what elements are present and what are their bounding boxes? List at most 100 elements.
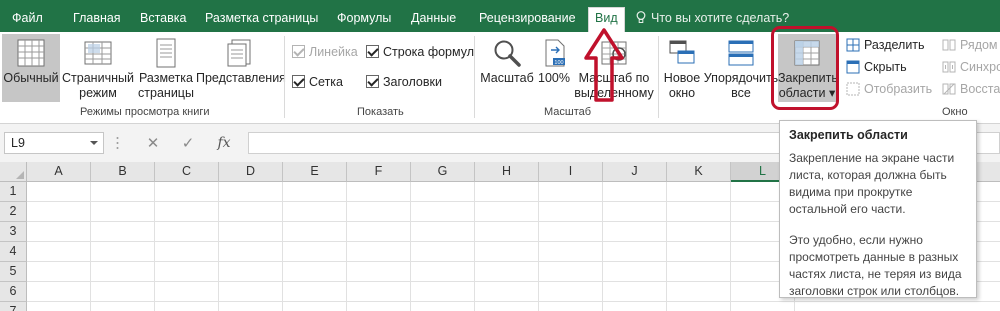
- sync-scroll-button[interactable]: Синхро: [942, 59, 1000, 75]
- group-label-show: Показать: [357, 106, 404, 118]
- hide-label: Скрыть: [864, 60, 907, 74]
- page-layout-label-1: Разметка: [138, 71, 194, 85]
- zoom-100-button[interactable]: 100 100%: [537, 34, 571, 102]
- arrange-all-label-2: все: [731, 86, 751, 100]
- group-label-window: Окно: [942, 106, 968, 118]
- column-header-c[interactable]: C: [155, 162, 219, 182]
- tooltip-paragraph-2: Это удобно, если нужно просмотреть данны…: [789, 233, 962, 298]
- headings-label: Заголовки: [383, 75, 442, 89]
- side-by-side-label: Рядом: [960, 38, 998, 52]
- resize-handle-icon[interactable]: [116, 136, 119, 150]
- headings-checkbox[interactable]: Заголовки: [366, 74, 442, 90]
- group-label-zoom: Масштаб: [544, 106, 592, 118]
- row-header-6[interactable]: 6: [0, 282, 27, 302]
- column-header-i[interactable]: I: [539, 162, 603, 182]
- unhide-icon: [846, 82, 860, 96]
- gridline: [27, 301, 1000, 302]
- normal-view-button[interactable]: Обычный: [2, 34, 60, 102]
- name-box[interactable]: L9: [4, 132, 104, 154]
- tab-file[interactable]: Файл: [6, 8, 49, 32]
- arrange-all-button[interactable]: Упорядочить все: [703, 34, 779, 102]
- row-header-5[interactable]: 5: [0, 262, 27, 282]
- ruler-checkbox[interactable]: Линейка: [292, 44, 358, 60]
- ruler-label: Линейка: [309, 45, 358, 59]
- sync-scroll-icon: [942, 61, 956, 73]
- gridlines-label: Сетка: [309, 75, 343, 89]
- unhide-button[interactable]: Отобразить: [846, 81, 932, 97]
- formula-bar-check-icon: [366, 45, 379, 58]
- up-arrow-icon: [584, 28, 624, 102]
- reset-position-label: Восстан: [960, 82, 1000, 96]
- tab-insert[interactable]: Вставка: [134, 8, 192, 32]
- gridlines-checkbox[interactable]: Сетка: [292, 74, 343, 90]
- tooltip-title: Закрепить области: [789, 128, 908, 142]
- tab-home[interactable]: Главная: [67, 8, 127, 32]
- reset-position-button[interactable]: Восстан: [942, 81, 1000, 97]
- row-header-4[interactable]: 4: [0, 242, 27, 262]
- column-header-d[interactable]: D: [219, 162, 283, 182]
- highlight-rectangle: [771, 26, 839, 110]
- new-window-icon: [669, 40, 695, 64]
- new-window-button[interactable]: Новое окно: [661, 34, 703, 102]
- page-layout-label-2: страницы: [138, 86, 194, 100]
- insert-function-icon[interactable]: fx: [214, 133, 234, 153]
- unhide-label: Отобразить: [864, 82, 933, 96]
- zoom-100-icon: 100: [545, 39, 565, 67]
- column-header-k[interactable]: K: [667, 162, 731, 182]
- ribbon: Обычный Страничный режим Разметка страни…: [0, 32, 1000, 124]
- tab-page-layout[interactable]: Разметка страницы: [199, 8, 324, 32]
- normal-view-label: Обычный: [3, 71, 59, 85]
- reset-position-icon: [942, 83, 956, 95]
- tab-review[interactable]: Рецензирование: [473, 8, 582, 32]
- page-break-label-2: режим: [79, 86, 117, 100]
- arrange-all-icon: [728, 40, 754, 66]
- tab-data[interactable]: Данные: [405, 8, 462, 32]
- custom-views-label: Представления: [196, 71, 286, 85]
- freeze-panes-tooltip: Закрепить области Закрепление на экране …: [779, 120, 977, 298]
- page-layout-view-button[interactable]: Разметка страницы: [136, 34, 196, 102]
- hide-icon: [846, 60, 860, 74]
- normal-view-icon: [17, 39, 45, 67]
- group-separator: [658, 36, 659, 118]
- zoom-100-label: 100%: [538, 71, 570, 85]
- row-header-7[interactable]: 7: [0, 302, 27, 311]
- zoom-label: Масштаб: [480, 71, 534, 85]
- side-by-side-icon: [942, 39, 956, 51]
- hide-button[interactable]: Скрыть: [846, 59, 907, 75]
- page-break-view-button[interactable]: Страничный режим: [62, 34, 134, 102]
- arrange-all-label-1: Упорядочить: [703, 71, 779, 85]
- column-header-f[interactable]: F: [347, 162, 411, 182]
- page-break-label-1: Страничный: [62, 71, 134, 85]
- new-window-label-2: окно: [668, 86, 696, 100]
- tooltip-paragraph-1: Закрепление на экране части листа, котор…: [789, 151, 955, 216]
- column-header-b[interactable]: B: [91, 162, 155, 182]
- tab-formulas[interactable]: Формулы: [331, 8, 397, 32]
- tell-me-text: Что вы хотите сделать?: [651, 11, 790, 25]
- zoom-button[interactable]: Масштаб: [478, 34, 536, 102]
- page-layout-view-icon: [156, 38, 176, 68]
- column-header-a[interactable]: A: [27, 162, 91, 182]
- custom-views-button[interactable]: Представления: [196, 34, 286, 102]
- split-icon: [846, 38, 860, 52]
- sync-scroll-label: Синхро: [960, 60, 1000, 74]
- tell-me-box[interactable]: Что вы хотите сделать?: [636, 8, 789, 28]
- view-side-by-side-button[interactable]: Рядом: [942, 37, 998, 53]
- chevron-down-icon[interactable]: [90, 141, 98, 145]
- row-header-3[interactable]: 3: [0, 222, 27, 242]
- enter-check-icon[interactable]: ✓: [178, 133, 198, 153]
- new-window-label-1: Новое: [663, 71, 701, 85]
- select-all-button[interactable]: [0, 162, 27, 182]
- column-header-j[interactable]: J: [603, 162, 667, 182]
- column-header-g[interactable]: G: [411, 162, 475, 182]
- column-header-h[interactable]: H: [475, 162, 539, 182]
- group-label-views: Режимы просмотра книги: [80, 106, 210, 118]
- svg-text:100: 100: [554, 60, 563, 66]
- cancel-icon[interactable]: ✕: [143, 133, 163, 153]
- column-header-e[interactable]: E: [283, 162, 347, 182]
- group-separator: [474, 36, 475, 118]
- split-button[interactable]: Разделить: [846, 37, 925, 53]
- row-header-1[interactable]: 1: [0, 182, 27, 202]
- split-label: Разделить: [864, 38, 925, 52]
- formula-bar-checkbox[interactable]: Строка формул: [366, 44, 474, 60]
- row-header-2[interactable]: 2: [0, 202, 27, 222]
